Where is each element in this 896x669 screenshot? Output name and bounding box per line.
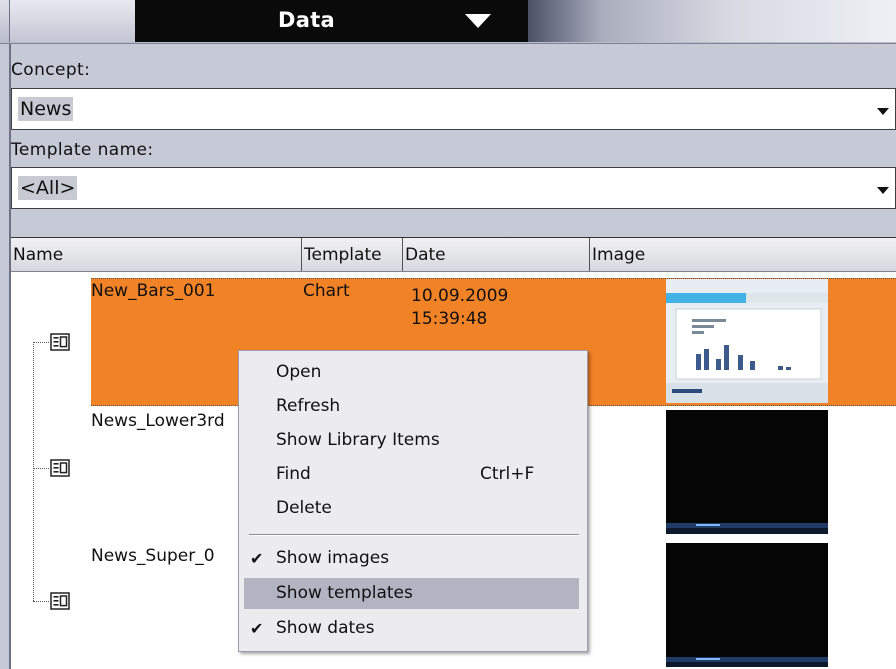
template-name-combo[interactable]: <All> bbox=[11, 167, 896, 209]
menu-item-label: Find bbox=[276, 464, 311, 484]
tree-line bbox=[33, 601, 49, 602]
menu-separator bbox=[249, 534, 579, 536]
menu-item-refresh[interactable]: Refresh bbox=[244, 391, 579, 422]
column-header-name[interactable]: Name bbox=[11, 238, 302, 271]
chevron-down-icon[interactable] bbox=[871, 89, 895, 129]
tab-data[interactable]: Data bbox=[135, 0, 528, 42]
tree-line bbox=[33, 342, 49, 343]
column-header-date[interactable]: Date bbox=[403, 238, 590, 271]
row-template: Chart bbox=[303, 281, 350, 301]
tab-left[interactable] bbox=[9, 0, 135, 42]
row-name: News_Lower3rd bbox=[91, 411, 225, 431]
template-item-icon[interactable] bbox=[50, 592, 70, 610]
concept-label: Concept: bbox=[11, 60, 91, 80]
tab-right bbox=[528, 0, 896, 42]
menu-item-show-library-items[interactable]: Show Library Items bbox=[244, 425, 579, 456]
concept-combo[interactable]: News bbox=[11, 88, 896, 130]
panel-title: Data bbox=[278, 8, 336, 32]
thumbnail-super bbox=[666, 543, 828, 667]
menu-item-label: Delete bbox=[276, 498, 332, 518]
triangle-down-icon[interactable] bbox=[465, 14, 491, 28]
data-panel: Data Concept: News Template name: <All> … bbox=[0, 0, 896, 669]
menu-item-label: Open bbox=[276, 362, 322, 382]
menu-item-delete[interactable]: Delete bbox=[244, 493, 579, 524]
checkmark-icon: ✔ bbox=[250, 549, 264, 568]
menu-item-show-templates[interactable]: Show templates bbox=[244, 578, 579, 609]
chevron-down-icon[interactable] bbox=[871, 168, 895, 208]
menu-item-open[interactable]: Open bbox=[244, 357, 579, 388]
menu-item-shortcut: Ctrl+F bbox=[480, 464, 535, 484]
thumbnail-chart bbox=[666, 279, 828, 403]
row-date: 10.09.2009 bbox=[411, 286, 509, 306]
row-name: News_Super_0 bbox=[91, 546, 215, 566]
concept-value: News bbox=[18, 97, 74, 121]
menu-item-label: Show templates bbox=[276, 583, 413, 603]
grid-header: Name Template Date Image bbox=[11, 238, 896, 272]
title-bar: Data bbox=[0, 0, 896, 44]
column-header-image[interactable]: Image bbox=[590, 238, 896, 271]
menu-item-label: Show dates bbox=[276, 618, 375, 638]
tree-line bbox=[33, 342, 34, 601]
context-menu: Open Refresh Show Library Items Find Ctr… bbox=[238, 350, 588, 652]
menu-item-show-images[interactable]: ✔ Show images bbox=[244, 543, 579, 574]
tree-line bbox=[33, 468, 49, 469]
menu-item-find[interactable]: Find Ctrl+F bbox=[244, 459, 579, 490]
row-time: 15:39:48 bbox=[411, 309, 488, 329]
menu-item-label: Show Library Items bbox=[276, 430, 440, 450]
menu-item-label: Refresh bbox=[276, 396, 341, 416]
thumbnail-lower-third bbox=[666, 410, 828, 534]
checkmark-icon: ✔ bbox=[250, 619, 264, 638]
template-name-value: <All> bbox=[18, 176, 78, 200]
menu-item-show-dates[interactable]: ✔ Show dates bbox=[244, 613, 579, 644]
template-item-icon[interactable] bbox=[50, 333, 70, 351]
template-name-label: Template name: bbox=[11, 140, 154, 160]
menu-item-label: Show images bbox=[276, 548, 390, 568]
column-header-template[interactable]: Template bbox=[302, 238, 403, 271]
row-name: New_Bars_001 bbox=[91, 281, 216, 301]
template-item-icon[interactable] bbox=[50, 459, 70, 477]
